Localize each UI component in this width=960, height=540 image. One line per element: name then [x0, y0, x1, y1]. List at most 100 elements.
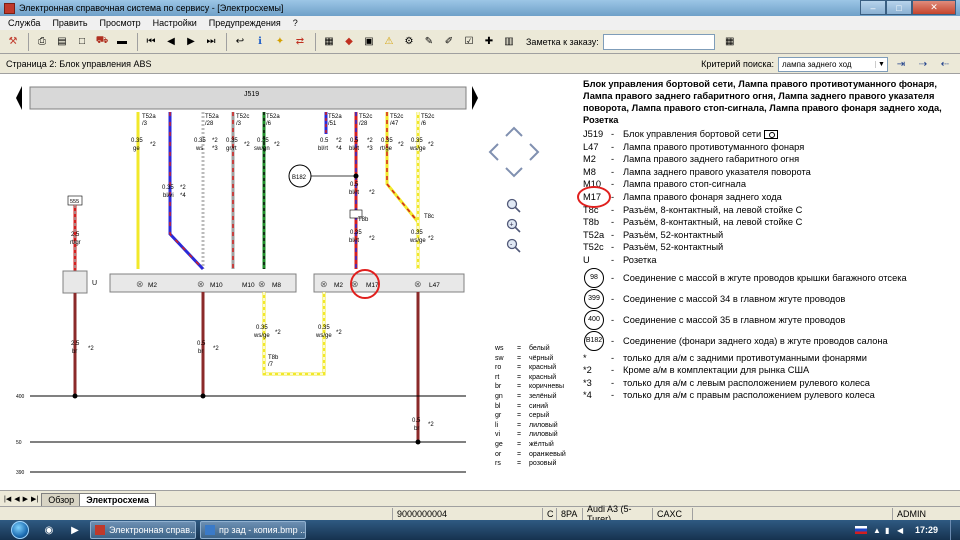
diagram-view: J519 T52a /3 T52a /28 T52c /3 T52a /6 T5…	[0, 74, 960, 490]
junction-dot	[415, 439, 421, 445]
legend-item-highlighted: M17 - Лампа правого фонаря заднего хода	[577, 185, 958, 208]
doc-edit-icon[interactable]: ✐	[440, 33, 458, 51]
tab-scroll-first-icon[interactable]: |◀	[4, 495, 11, 503]
show-desktop-button[interactable]	[950, 520, 960, 540]
wire-size: 0.35	[256, 325, 268, 331]
close-button[interactable]: ✕	[912, 0, 956, 15]
find-next-icon[interactable]: ⇢	[914, 56, 932, 72]
wire-color: rt/gr	[70, 240, 81, 246]
warning-icon[interactable]: ⚠	[380, 33, 398, 51]
tab-scroll-next-icon[interactable]: ▶	[23, 495, 28, 503]
checklist-icon[interactable]: ☑	[460, 33, 478, 51]
wire-size: 0.35	[411, 138, 423, 144]
document-icon[interactable]: ▤	[53, 33, 71, 51]
print-icon[interactable]: ⎙	[33, 33, 51, 51]
ground-symbol: 399	[584, 288, 604, 309]
legend-desc: только для а/м с левым расположением рул…	[623, 377, 870, 388]
note-code: *4	[583, 390, 592, 401]
tools-icon[interactable]: ✎	[420, 33, 438, 51]
start-button[interactable]	[6, 520, 34, 540]
volume-icon[interactable]: ◀	[897, 526, 905, 535]
legend-dash: -	[611, 154, 615, 165]
pan-down-icon[interactable]	[505, 167, 523, 178]
menu-service[interactable]: Служба	[8, 18, 40, 28]
wire-color: bl/rt	[349, 146, 359, 152]
expand-icon[interactable]: ⇥	[892, 56, 910, 72]
info-icon[interactable]: ℹ	[251, 33, 269, 51]
legend-desc: Лампа правого фонаря заднего хода	[623, 191, 782, 202]
find-prev-icon[interactable]: ⇠	[936, 56, 954, 72]
bus-icon[interactable]: ▬	[113, 33, 131, 51]
paint-icon	[205, 525, 215, 535]
tab-wiring-diagram[interactable]: Электросхема	[79, 493, 156, 506]
grid-icon[interactable]: ▦	[320, 33, 338, 51]
note-label: *2	[369, 236, 375, 242]
minimize-button[interactable]: –	[860, 0, 886, 15]
legend-desc: Разъём, 52-контактный	[623, 229, 724, 240]
scroll-right-icon[interactable]	[472, 86, 478, 110]
prev-page-icon[interactable]: ◀	[162, 33, 180, 51]
menu-view[interactable]: Просмотр	[100, 18, 141, 28]
maximize-button[interactable]: □	[886, 0, 912, 15]
pan-right-icon[interactable]	[529, 143, 540, 161]
conn-pin: /3	[142, 121, 148, 127]
network-icon[interactable]: ▮	[885, 526, 893, 535]
m2b-label: M2	[334, 282, 343, 289]
wire-size: 0.5	[320, 138, 329, 144]
color-row: bl = синий	[495, 402, 566, 412]
last-page-icon[interactable]: ⏭	[202, 33, 220, 51]
menu-help[interactable]: ?	[293, 18, 298, 28]
pin-icon[interactable]: ✚	[480, 33, 498, 51]
language-flag-icon[interactable]	[854, 526, 867, 534]
ground-symbol: B182	[584, 330, 604, 351]
chevron-down-icon[interactable]: ▼	[875, 60, 887, 68]
order-note-input[interactable]	[602, 33, 715, 50]
legend-dash: -	[611, 217, 615, 228]
parts-icon[interactable]: ⚙	[400, 33, 418, 51]
legend-item: T52a - Разъём, 52-контактный	[583, 229, 958, 242]
wire-size: 2.5	[71, 232, 80, 238]
bulb-icon[interactable]: ✦	[271, 33, 289, 51]
swap-icon[interactable]: ⇄	[291, 33, 309, 51]
search-criteria-select[interactable]: лампа заднего ход ▼	[778, 56, 888, 72]
pan-left-icon[interactable]	[488, 143, 499, 161]
legend-dash: -	[611, 314, 615, 325]
legend-code: M2	[583, 154, 596, 165]
color-eq: =	[517, 354, 522, 362]
color-key: or	[495, 450, 502, 458]
clock[interactable]: 17:29	[915, 525, 938, 535]
junction-dot	[200, 393, 206, 399]
bookmark-icon[interactable]: ◆	[340, 33, 358, 51]
pan-up-icon[interactable]	[505, 126, 523, 137]
next-page-icon[interactable]: ▶	[182, 33, 200, 51]
tray-arrow-icon[interactable]: ▲	[873, 526, 881, 535]
wrench-icon[interactable]: ⚒	[4, 33, 22, 51]
wire-bl-vi	[168, 112, 205, 271]
taskbar-app-image[interactable]: пр зад - копия.bmp ...	[200, 521, 306, 539]
tab-overview[interactable]: Обзор	[41, 493, 82, 506]
book-icon[interactable]: ▥	[500, 33, 518, 51]
menu-edit[interactable]: Править	[52, 18, 87, 28]
car-icon[interactable]: ⛟	[93, 33, 111, 51]
media-player-icon[interactable]: ▶	[64, 521, 86, 539]
status-doc-number: 9000000004	[392, 507, 542, 520]
status-user: ADMIN	[892, 507, 952, 520]
return-icon[interactable]: ↩	[231, 33, 249, 51]
first-page-icon[interactable]: ⏮	[142, 33, 160, 51]
menu-settings[interactable]: Настройки	[153, 18, 197, 28]
browser-icon[interactable]: ◉	[38, 521, 60, 539]
taskbar-app-electronic[interactable]: Электронная справ...	[90, 521, 196, 539]
new-icon[interactable]: □	[73, 33, 91, 51]
calculator-icon[interactable]: ▦	[721, 33, 739, 51]
color-key: ge	[495, 440, 503, 448]
tab-scroll-last-icon[interactable]: ▶|	[31, 495, 38, 503]
tab-scroll-prev-icon[interactable]: ◀	[14, 495, 19, 503]
conn-label: T52a	[266, 114, 280, 120]
menu-warnings[interactable]: Предупреждения	[209, 18, 281, 28]
scroll-left-icon[interactable]	[16, 86, 22, 110]
note-label: Заметка к заказу:	[526, 36, 599, 47]
component-icon[interactable]: ▣	[360, 33, 378, 51]
camera-icon[interactable]	[764, 130, 779, 140]
conn-label: T52a	[142, 114, 156, 120]
color-row: li = лиловый	[495, 421, 566, 431]
